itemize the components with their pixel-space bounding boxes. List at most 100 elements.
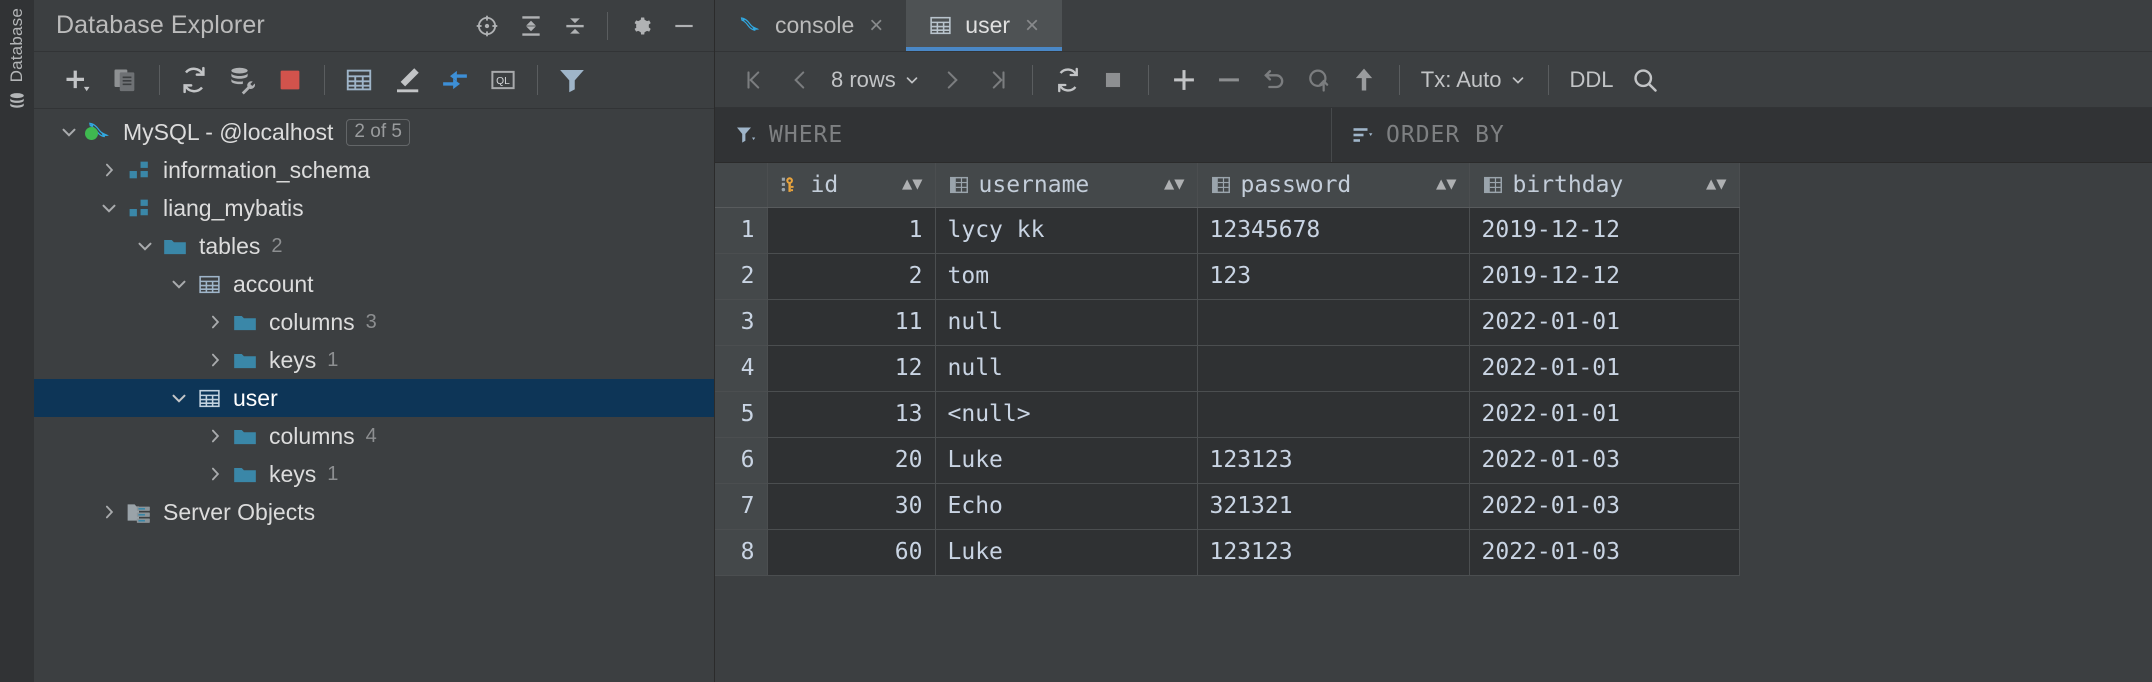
tree-node-user-columns[interactable]: columns 4 (34, 417, 714, 455)
cell-username[interactable]: Luke (935, 529, 1198, 576)
tree-node-account[interactable]: account (34, 265, 714, 303)
tree-node-user[interactable]: user (34, 379, 714, 417)
database-stripe-icon[interactable] (8, 92, 26, 110)
table-row[interactable]: 6 20 Luke 123123 2022-01-03 (715, 437, 1740, 484)
table-icon[interactable] (336, 59, 382, 101)
cell-id[interactable]: 12 (767, 345, 936, 392)
database-tree[interactable]: MySQL - @localhost 2 of 5 information_sc… (34, 109, 714, 682)
chevron-right-icon[interactable] (200, 312, 230, 332)
filter-icon[interactable] (549, 59, 595, 101)
next-page-icon[interactable] (930, 59, 974, 101)
table-row[interactable]: 5 13 <null> 2022-01-01 (715, 391, 1740, 438)
data-source-properties-icon[interactable] (219, 59, 265, 101)
revert-icon[interactable] (1252, 59, 1296, 101)
chevron-down-icon[interactable] (54, 121, 84, 143)
cell-id[interactable]: 13 (767, 391, 936, 438)
gear-icon[interactable] (620, 6, 660, 46)
last-page-icon[interactable] (975, 59, 1019, 101)
tab-user[interactable]: user × (906, 0, 1063, 51)
table-row[interactable]: 1 1 lycy kk 12345678 2019-12-12 (715, 207, 1740, 254)
table-row[interactable]: 3 11 null 2022-01-01 (715, 299, 1740, 346)
cell-username[interactable]: Echo (935, 483, 1198, 530)
result-grid[interactable]: id ▲▼ username ▲▼ password ▲▼ birthday ▲… (715, 163, 2152, 682)
cell-birthday[interactable]: 2022-01-03 (1469, 483, 1740, 530)
cell-username[interactable]: Luke (935, 437, 1198, 484)
cell-id[interactable]: 1 (767, 207, 936, 254)
jump-to-source-icon[interactable] (432, 59, 478, 101)
expand-all-icon[interactable] (511, 6, 551, 46)
table-row[interactable]: 8 60 Luke 123123 2022-01-03 (715, 529, 1740, 576)
cell-username[interactable]: null (935, 299, 1198, 346)
cell-username[interactable]: <null> (935, 391, 1198, 438)
ddl-button[interactable]: DDL (1562, 59, 1622, 101)
cell-password[interactable] (1197, 299, 1470, 346)
where-filter-input[interactable]: WHERE (715, 108, 1332, 162)
stop-icon[interactable] (1091, 59, 1135, 101)
chevron-down-icon[interactable] (94, 197, 124, 219)
cell-birthday[interactable]: 2022-01-01 (1469, 391, 1740, 438)
sort-indicator[interactable]: ▲▼ (1164, 176, 1184, 193)
cell-password[interactable]: 123123 (1197, 529, 1470, 576)
minimize-icon[interactable] (664, 6, 704, 46)
cell-password[interactable]: 321321 (1197, 483, 1470, 530)
sort-indicator[interactable]: ▲▼ (1436, 176, 1456, 193)
prev-page-icon[interactable] (778, 59, 822, 101)
order-by-input[interactable]: ORDER BY (1332, 108, 2152, 162)
tree-node-information-schema[interactable]: information_schema (34, 151, 714, 189)
close-icon[interactable]: × (1022, 12, 1042, 40)
search-icon[interactable] (1623, 59, 1667, 101)
cell-id[interactable]: 60 (767, 529, 936, 576)
cell-password[interactable] (1197, 391, 1470, 438)
filter-icon[interactable] (734, 123, 758, 147)
cell-username[interactable]: lycy kk (935, 207, 1198, 254)
first-page-icon[interactable] (733, 59, 777, 101)
chevron-right-icon[interactable] (94, 502, 124, 522)
tree-node-server-objects[interactable]: Server Objects (34, 493, 714, 531)
column-header-password[interactable]: password ▲▼ (1197, 163, 1470, 208)
cell-username[interactable]: tom (935, 253, 1198, 300)
chevron-right-icon[interactable] (200, 464, 230, 484)
table-row[interactable]: 2 2 tom 123 2019-12-12 (715, 253, 1740, 300)
cell-id[interactable]: 30 (767, 483, 936, 530)
rows-count-dropdown[interactable]: 8 rows (823, 59, 929, 101)
column-header-id[interactable]: id ▲▼ (767, 163, 936, 208)
modify-icon[interactable] (384, 59, 430, 101)
locate-in-tree-icon[interactable] (467, 6, 507, 46)
sort-indicator[interactable]: ▲▼ (1706, 176, 1726, 193)
cell-birthday[interactable]: 2022-01-01 (1469, 345, 1740, 392)
column-header-birthday[interactable]: birthday ▲▼ (1469, 163, 1740, 208)
cell-id[interactable]: 11 (767, 299, 936, 346)
tab-console[interactable]: console × (715, 0, 906, 51)
tree-node-tables[interactable]: tables 2 (34, 227, 714, 265)
cell-id[interactable]: 20 (767, 437, 936, 484)
cell-birthday[interactable]: 2022-01-01 (1469, 299, 1740, 346)
submit-icon[interactable] (1342, 59, 1386, 101)
stripe-label-database[interactable]: Database (7, 8, 27, 82)
cell-password[interactable]: 123123 (1197, 437, 1470, 484)
reload-icon[interactable] (1046, 59, 1090, 101)
table-row[interactable]: 4 12 null 2022-01-01 (715, 345, 1740, 392)
tree-node-liang-mybatis[interactable]: liang_mybatis (34, 189, 714, 227)
revert-selected-icon[interactable] (1297, 59, 1341, 101)
chevron-right-icon[interactable] (94, 160, 124, 180)
chevron-right-icon[interactable] (200, 426, 230, 446)
sort-icon[interactable] (1351, 123, 1375, 147)
tree-node-user-keys[interactable]: keys 1 (34, 455, 714, 493)
close-icon[interactable]: × (866, 12, 886, 40)
tx-mode-dropdown[interactable]: Tx: Auto (1413, 59, 1535, 101)
query-console-icon[interactable]: QL (480, 59, 526, 101)
cell-password[interactable]: 12345678 (1197, 207, 1470, 254)
chevron-down-icon[interactable] (130, 235, 160, 257)
chevron-down-icon[interactable] (164, 273, 194, 295)
collapse-all-icon[interactable] (555, 6, 595, 46)
tree-node-account-keys[interactable]: keys 1 (34, 341, 714, 379)
duplicate-icon[interactable] (102, 59, 148, 101)
add-icon[interactable] (54, 59, 100, 101)
tree-node-mysql-localhost[interactable]: MySQL - @localhost 2 of 5 (34, 113, 714, 151)
chevron-right-icon[interactable] (200, 350, 230, 370)
stop-icon[interactable] (267, 59, 313, 101)
refresh-icon[interactable] (171, 59, 217, 101)
delete-row-icon[interactable] (1207, 59, 1251, 101)
cell-password[interactable] (1197, 345, 1470, 392)
chevron-down-icon[interactable] (164, 387, 194, 409)
